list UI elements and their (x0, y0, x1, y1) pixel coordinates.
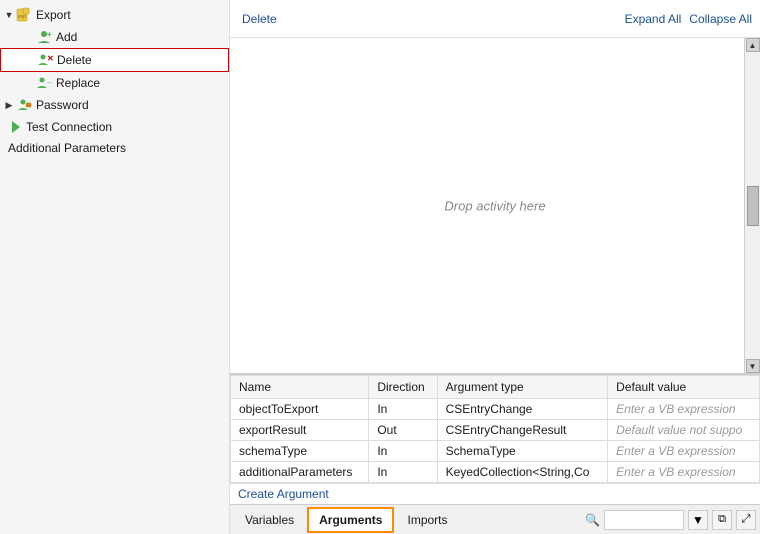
col-name: Name (231, 376, 369, 399)
sidebar-item-password[interactable]: ▶ Password (0, 94, 229, 116)
sidebar-item-password-label: Password (36, 98, 89, 112)
copy-icon: ⧉ (718, 513, 726, 526)
export-icon: exp (16, 7, 32, 23)
row2-type: CSEntryChangeResult (437, 420, 608, 441)
add-icon: + (36, 29, 52, 45)
row3-name: schemaType (231, 441, 369, 462)
table-row: exportResult Out CSEntryChangeResult Def… (231, 420, 760, 441)
row2-default[interactable]: Default value not suppo (608, 420, 760, 441)
row4-direction: In (369, 462, 437, 483)
sidebar: ▼ exp Export + Add ✕ (0, 0, 230, 534)
replace-icon: ↔ (36, 75, 52, 91)
row4-name: additionalParameters (231, 462, 369, 483)
arguments-area: Name Direction Argument type Default val… (230, 374, 760, 504)
row3-direction: In (369, 441, 437, 462)
row4-type: KeyedCollection<String,Co (437, 462, 608, 483)
password-icon (16, 97, 32, 113)
sidebar-item-additional-parameters-label: Additional Parameters (8, 141, 126, 155)
drop-hint: Drop activity here (444, 198, 545, 213)
col-argument-type: Argument type (437, 376, 608, 399)
search-icon: 🔍 (585, 513, 600, 527)
sidebar-item-delete-label: Delete (57, 53, 92, 67)
sidebar-item-add-label: Add (56, 30, 77, 44)
table-row: additionalParameters In KeyedCollection<… (231, 462, 760, 483)
svg-text:+: + (47, 30, 52, 39)
top-bar-right: Expand All Collapse All (625, 12, 752, 26)
chevron-down-icon: ▼ (692, 513, 704, 527)
collapse-all-link[interactable]: Collapse All (689, 12, 752, 26)
row2-direction: Out (369, 420, 437, 441)
svg-text:exp: exp (18, 14, 26, 20)
sidebar-item-export[interactable]: ▼ exp Export (0, 4, 229, 26)
scroll-thumb[interactable] (747, 186, 759, 226)
row1-default[interactable]: Enter a VB expression (608, 399, 760, 420)
bottom-tab-bar: Variables Arguments Imports 🔍 ▼ ⧉ ⤢ (230, 504, 760, 534)
arguments-table: Name Direction Argument type Default val… (230, 375, 760, 483)
tab-search-input[interactable] (604, 510, 684, 530)
table-row: objectToExport In CSEntryChange Enter a … (231, 399, 760, 420)
row4-default[interactable]: Enter a VB expression (608, 462, 760, 483)
row1-name: objectToExport (231, 399, 369, 420)
chevron-password-icon: ▶ (4, 100, 14, 110)
sidebar-item-export-label: Export (36, 8, 71, 22)
sidebar-item-replace-label: Replace (56, 76, 100, 90)
sidebar-item-add[interactable]: + Add (0, 26, 229, 48)
tab-search-area: 🔍 ▼ ⧉ ⤢ (585, 510, 756, 530)
sidebar-item-additional-parameters[interactable]: Additional Parameters (0, 138, 229, 158)
row3-default[interactable]: Enter a VB expression (608, 441, 760, 462)
tab-variables[interactable]: Variables (234, 508, 305, 532)
testconn-icon (8, 119, 24, 135)
row2-name: exportResult (231, 420, 369, 441)
delete-icon: ✕ (37, 52, 53, 68)
tab-icon-btn-1[interactable]: ⧉ (712, 510, 732, 530)
top-bar: Delete Expand All Collapse All (230, 0, 760, 38)
svg-text:↔: ↔ (46, 79, 52, 86)
tab-arguments[interactable]: Arguments (307, 507, 394, 533)
top-bar-left: Delete (242, 12, 277, 26)
row1-type: CSEntryChange (437, 399, 608, 420)
designer-scrollbar[interactable]: ▲ ▼ (744, 38, 760, 373)
chevron-export-icon: ▼ (4, 10, 14, 20)
col-direction: Direction (369, 376, 437, 399)
expand-icon: ⤢ (742, 513, 751, 526)
svg-text:✕: ✕ (47, 54, 53, 63)
create-argument-link[interactable]: Create Argument (230, 483, 760, 504)
tab-imports[interactable]: Imports (396, 508, 458, 532)
table-row: schemaType In SchemaType Enter a VB expr… (231, 441, 760, 462)
col-default-value: Default value (608, 376, 760, 399)
sidebar-item-delete[interactable]: ✕ Delete (0, 48, 229, 72)
sidebar-item-replace[interactable]: ↔ Replace (0, 72, 229, 94)
expand-all-link[interactable]: Expand All (625, 12, 682, 26)
scroll-up-arrow[interactable]: ▲ (746, 38, 760, 52)
tab-icon-btn-2[interactable]: ⤢ (736, 510, 756, 530)
sidebar-item-test-connection[interactable]: Test Connection (0, 116, 229, 138)
sidebar-item-test-connection-label: Test Connection (26, 120, 112, 134)
main-content: Delete Expand All Collapse All Drop acti… (230, 0, 760, 534)
row1-direction: In (369, 399, 437, 420)
tab-dropdown-button[interactable]: ▼ (688, 510, 708, 530)
designer-area: Drop activity here ▲ ▼ (230, 38, 760, 374)
delete-link[interactable]: Delete (242, 12, 277, 26)
scroll-thumb-area (745, 52, 760, 359)
scroll-down-arrow[interactable]: ▼ (746, 359, 760, 373)
row3-type: SchemaType (437, 441, 608, 462)
